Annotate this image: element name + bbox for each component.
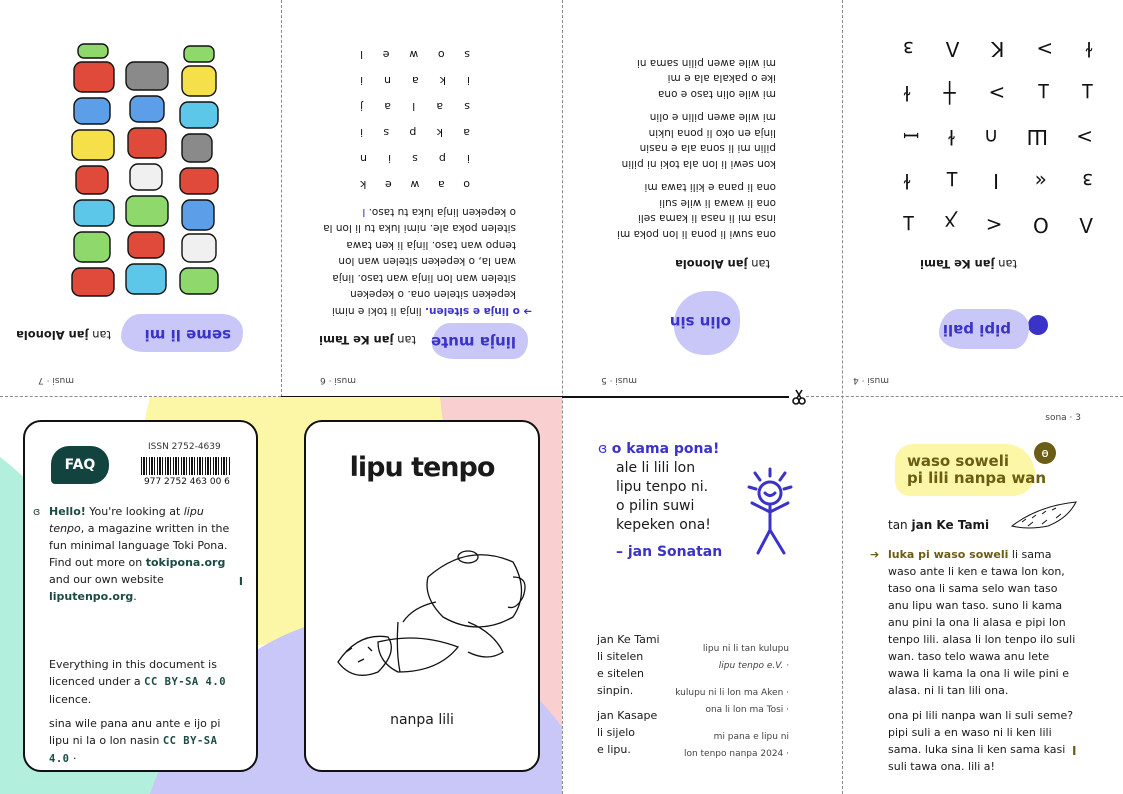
page-number: musi · 5 (601, 375, 637, 385)
credits-right: lipu ni li tan kulupu lipu tenpo e.V. · … (675, 644, 789, 759)
byline: tan jan Ke Tami (319, 333, 416, 347)
article-title: pipi pali (942, 321, 1011, 339)
barcode-number: 977 2752 463 00 6 (144, 477, 230, 487)
arrow-icon: ➔ (523, 305, 532, 317)
byline: tan jan Ke Tami (920, 257, 1017, 271)
poem: ona suwi li pona li lon poka mi insa mi … (617, 57, 776, 240)
issue-label: nanpa lili (390, 712, 454, 728)
issn-label: ISSN 2752-4639 (148, 442, 221, 452)
page-number: musi · 6 (320, 375, 356, 385)
website-link[interactable]: liputenpo.org (49, 590, 133, 603)
byline: tan jan Ke Tami (888, 518, 990, 532)
intro-text: ɞ Hello! You're looking at lipu tenpo, a … (33, 505, 243, 603)
front-cover: lipu tenpo nanpa lili (304, 420, 540, 772)
glyph-illustration (71, 43, 219, 297)
magazine-title: lipu tenpo (349, 452, 496, 483)
tp-licence-text: sina wile pana anu ante e ijo pi lipu ni… (49, 717, 221, 765)
page-pipi-pali: musi · 4 pipi pali tan jan Ke Tami Λ O < ꭗ Ʇ… (843, 0, 1123, 397)
tokipona-link[interactable]: tokipona.org (146, 556, 226, 569)
barcode-image (141, 457, 231, 475)
article-title: olin sin (669, 313, 731, 331)
cc-licence-link[interactable]: CC BY-SA 4.0 (144, 676, 226, 688)
page-seme-li-mi: musi · 7 seme li mi tan jan Alonola (0, 0, 281, 397)
page-number: sona · 3 (1045, 413, 1081, 423)
end-mark-icon: I (362, 206, 366, 218)
squirrel-badge-icon: ɵ (1034, 442, 1056, 464)
welcome-block: ɞ o kama pona! ale li lili lon lipu tenp… (598, 441, 723, 560)
snail-icon (1028, 315, 1048, 335)
teapot-illustration (337, 550, 526, 676)
article-body: ➔ o linja e sitelen. linja li toki e nim… (323, 206, 532, 317)
end-mark-icon: I (238, 575, 243, 588)
article-body: ➔ luka pi waso soweli li sama waso ante l… (870, 548, 1076, 773)
flying-squirrel-illustration (1010, 501, 1077, 529)
credits-left: jan Ke Tami li sitelen e sitelen sinpin.… (597, 633, 660, 756)
word-search-grid: oawek ipsin akpsi salaj ikani sowel (360, 48, 470, 191)
article-title: linja mute (430, 333, 516, 351)
byline: tan jan Alonola (675, 257, 770, 271)
licence-text: Everything in this document is licenced … (49, 658, 227, 706)
page-number: musi · 4 (853, 375, 889, 385)
faq-badge: FAQ (51, 446, 109, 484)
arrow-icon: ➔ (870, 548, 880, 561)
end-mark-icon: I (1072, 744, 1077, 758)
page-olin-sin: musi · 5 olin sin tan jan Alonola ona su… (563, 0, 842, 397)
back-cover: FAQ ISSN 2752-4639 977 2752 463 00 6 ɞ He… (23, 420, 258, 772)
byline: tan jan Alonola (16, 328, 111, 342)
page-linja-mute: musi · 6 linja mute tan jan Ke Tami ➔ o … (282, 0, 562, 397)
glyph-grid: Λ O < ꭗ Ʇ ɜ «I Ʇɫ > Ш ∩ ɫ ꟷ Ʇ Ʇ > ┼ ɫ ɫ > K Λɜ (903, 37, 1093, 237)
article-title: waso soweli pi lili nanpa wan (907, 452, 1047, 487)
sprout-icon: ɞ (598, 441, 608, 457)
sprout-icon: ɞ (33, 505, 41, 518)
sun-person-illustration (747, 467, 793, 555)
page-number: musi · 7 (38, 375, 74, 385)
article-title: seme li mi (144, 326, 231, 344)
